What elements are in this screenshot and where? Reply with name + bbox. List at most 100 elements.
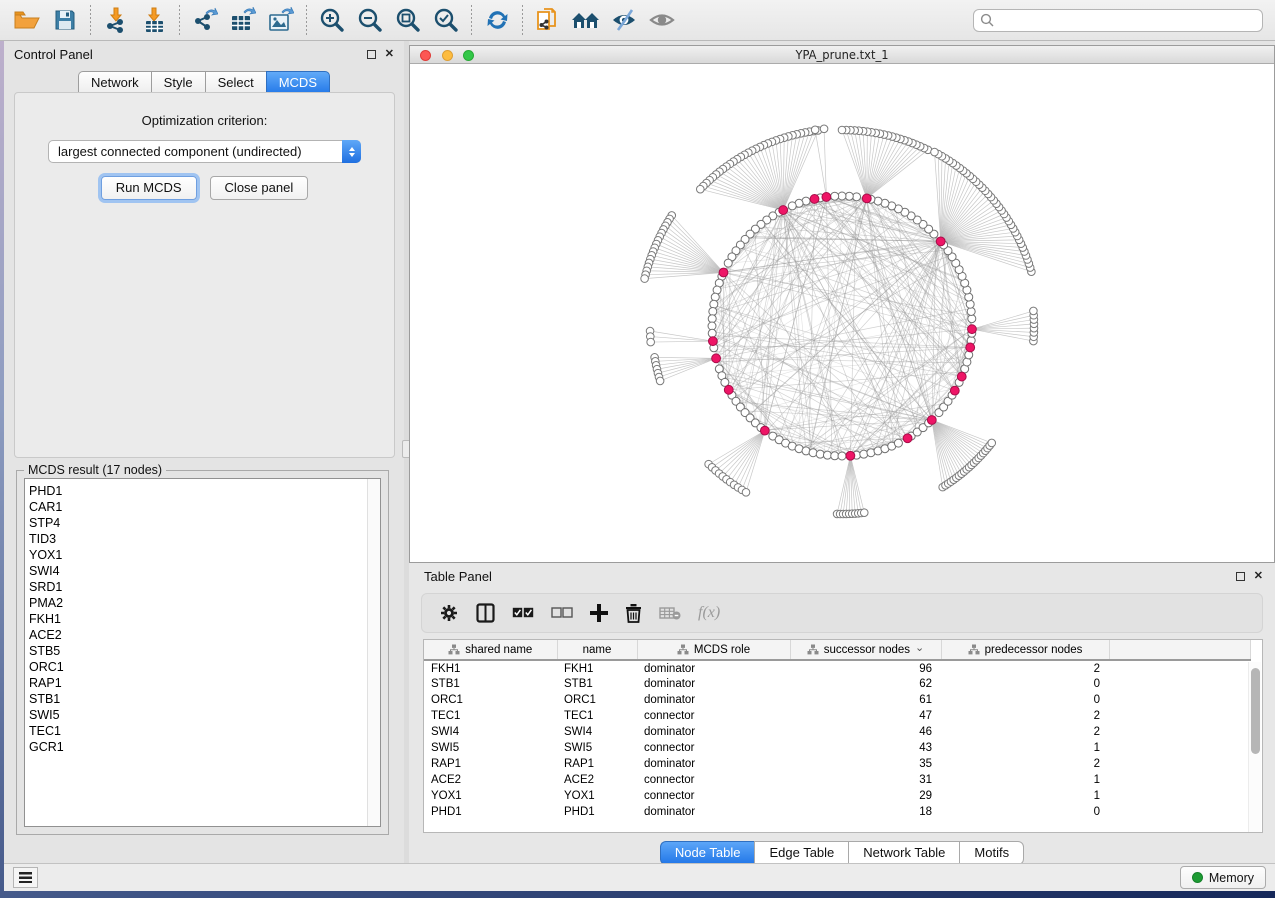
delete-column-icon[interactable] (659, 606, 681, 620)
mcds-result-group: MCDS result (17 nodes) PHD1CAR1STP4TID3Y… (16, 463, 389, 835)
mcds-node-item[interactable]: YOX1 (29, 547, 380, 563)
refresh-layout-icon[interactable] (478, 3, 516, 37)
close-table-panel-icon[interactable]: ✕ (1254, 571, 1263, 582)
import-table-icon[interactable] (135, 3, 173, 37)
attribute-icon (448, 644, 460, 655)
status-menu-button[interactable] (13, 867, 38, 888)
mcds-node-item[interactable]: TID3 (29, 531, 380, 547)
float-table-panel-icon[interactable] (1236, 572, 1245, 581)
table-row[interactable]: SWI4SWI4dominator462 (424, 724, 1250, 740)
zoom-selected-icon[interactable] (427, 3, 465, 37)
network-view[interactable] (410, 64, 1274, 562)
memory-button[interactable]: Memory (1180, 866, 1266, 889)
zoom-out-icon[interactable] (351, 3, 389, 37)
main-toolbar (0, 0, 1275, 41)
column-header-predecessor-nodes[interactable]: predecessor nodes (941, 640, 1109, 660)
network-window: YPA_prune.txt_1 (409, 45, 1275, 563)
table-row[interactable]: YOX1YOX1connector291 (424, 788, 1250, 804)
show-all-icon[interactable] (643, 3, 681, 37)
mcds-node-item[interactable]: SWI5 (29, 707, 380, 723)
table-options-icon[interactable] (439, 603, 459, 623)
first-neighbors-icon[interactable] (567, 3, 605, 37)
tab-edge-table[interactable]: Edge Table (754, 841, 848, 865)
mcds-node-item[interactable]: CAR1 (29, 499, 380, 515)
attribute-icon (677, 644, 689, 655)
mcds-node-item[interactable]: PHD1 (29, 483, 380, 499)
hide-selected-icon[interactable] (605, 3, 643, 37)
search-box[interactable] (973, 9, 1263, 32)
mcds-node-item[interactable]: ACE2 (29, 627, 380, 643)
toolbar-separator (90, 5, 91, 35)
mcds-node-item[interactable]: TEC1 (29, 723, 380, 739)
maximize-window-icon[interactable] (463, 50, 474, 61)
criterion-dropdown[interactable]: largest connected component (undirected) (48, 140, 361, 163)
node-table[interactable]: shared namenameMCDS rolesuccessor nodes⌄… (423, 639, 1263, 833)
export-image-icon[interactable] (262, 3, 300, 37)
mcds-node-item[interactable]: SWI4 (29, 563, 380, 579)
function-builder-icon[interactable]: f(x) (698, 604, 720, 622)
tab-node-table[interactable]: Node Table (660, 841, 755, 865)
close-panel-button[interactable]: Close panel (210, 176, 309, 200)
mcds-node-item[interactable]: FKH1 (29, 611, 380, 627)
column-header-MCDS-role[interactable]: MCDS role (637, 640, 790, 660)
toolbar-separator (471, 5, 472, 35)
toolbar-separator (522, 5, 523, 35)
table-panel: Table Panel ✕ (409, 563, 1275, 863)
clone-network-icon[interactable] (529, 3, 567, 37)
mcds-panel: Optimization criterion: largest connecte… (14, 92, 395, 458)
sort-desc-icon: ⌄ (915, 641, 924, 654)
search-input[interactable] (995, 14, 1256, 28)
open-file-icon[interactable] (8, 3, 46, 37)
table-row[interactable]: ACE2ACE2connector311 (424, 772, 1250, 788)
network-window-titlebar[interactable]: YPA_prune.txt_1 (410, 46, 1274, 64)
run-mcds-button[interactable]: Run MCDS (101, 176, 197, 200)
toolbar-separator (179, 5, 180, 35)
column-header-name[interactable]: name (557, 640, 637, 660)
select-all-icon[interactable] (512, 607, 534, 619)
mcds-result-title: MCDS result (17 nodes) (24, 463, 166, 477)
table-row[interactable]: SWI5SWI5connector431 (424, 740, 1250, 756)
app-main: Control Panel ✕ NetworkStyleSelectMCDS O… (4, 41, 1275, 863)
deselect-all-icon[interactable] (551, 607, 573, 619)
export-table-icon[interactable] (224, 3, 262, 37)
zoom-fit-icon[interactable] (389, 3, 427, 37)
export-network-icon[interactable] (186, 3, 224, 37)
mcds-node-item[interactable]: PMA2 (29, 595, 380, 611)
delete-row-icon[interactable] (625, 603, 642, 623)
show-column-icon[interactable] (476, 603, 495, 623)
table-row[interactable]: FKH1FKH1dominator962 (424, 660, 1250, 676)
float-panel-icon[interactable] (367, 50, 376, 59)
zoom-in-icon[interactable] (313, 3, 351, 37)
desktop: Control Panel ✕ NetworkStyleSelectMCDS O… (0, 0, 1275, 898)
mcds-node-item[interactable]: RAP1 (29, 675, 380, 691)
mcds-node-item[interactable]: STB1 (29, 691, 380, 707)
table-row[interactable]: STB1STB1dominator620 (424, 676, 1250, 692)
table-row[interactable]: TEC1TEC1connector472 (424, 708, 1250, 724)
mcds-node-item[interactable]: SRD1 (29, 579, 380, 595)
table-row[interactable]: RAP1RAP1dominator352 (424, 756, 1250, 772)
column-header-shared-name[interactable]: shared name (424, 640, 557, 660)
minimize-window-icon[interactable] (442, 50, 453, 61)
column-header-successor-nodes[interactable]: successor nodes⌄ (790, 640, 941, 660)
mcds-result-list[interactable]: PHD1CAR1STP4TID3YOX1SWI4SRD1PMA2FKH1ACE2… (24, 478, 381, 827)
mcds-list-scrollbar[interactable] (367, 479, 380, 826)
close-window-icon[interactable] (420, 50, 431, 61)
table-row[interactable]: ORC1ORC1dominator610 (424, 692, 1250, 708)
tab-motifs[interactable]: Motifs (959, 841, 1024, 865)
mcds-node-item[interactable]: STB5 (29, 643, 380, 659)
mcds-node-item[interactable]: STP4 (29, 515, 380, 531)
mcds-node-item[interactable]: ORC1 (29, 659, 380, 675)
table-panel-title: Table Panel (424, 569, 1227, 584)
tab-network-table[interactable]: Network Table (848, 841, 959, 865)
mcds-node-item[interactable]: GCR1 (29, 739, 380, 755)
table-toolbar: f(x) (421, 593, 1263, 633)
import-network-icon[interactable] (97, 3, 135, 37)
memory-status-icon (1192, 872, 1203, 883)
table-scrollbar[interactable] (1248, 662, 1261, 832)
table-row[interactable]: PHD1PHD1dominator180 (424, 804, 1250, 820)
save-session-icon[interactable] (46, 3, 84, 37)
hamburger-icon (19, 872, 32, 883)
add-row-icon[interactable] (590, 604, 608, 622)
table-scrollbar-thumb[interactable] (1251, 668, 1260, 754)
close-panel-icon[interactable]: ✕ (385, 49, 394, 60)
